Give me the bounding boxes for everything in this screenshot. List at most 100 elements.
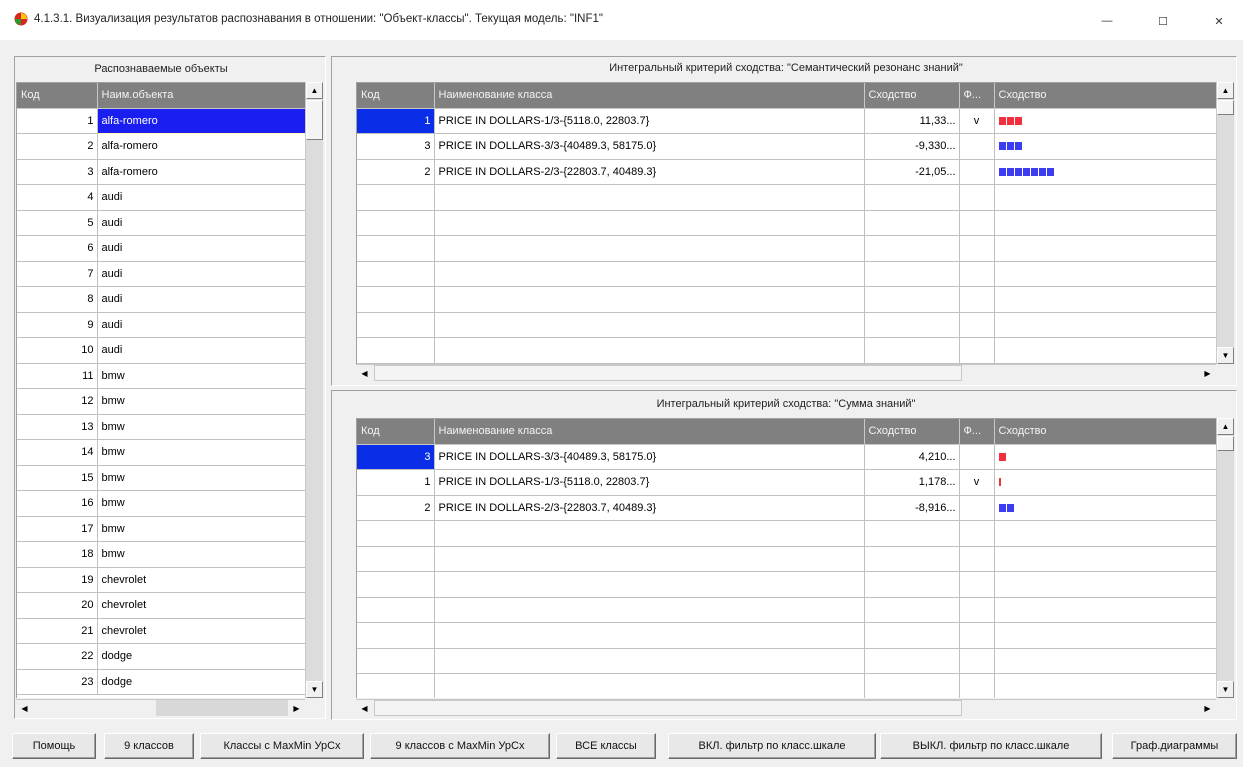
object-code-cell[interactable]: 14 xyxy=(17,439,98,466)
object-name-cell[interactable]: dodge xyxy=(97,669,305,695)
class-code-cell[interactable]: 3 xyxy=(357,133,435,160)
filter-off-button[interactable]: ВЫКЛ. фильтр по класс.шкале xyxy=(880,733,1102,759)
scroll-down-arrow-icon[interactable]: ▼ xyxy=(306,681,323,698)
scroll-up-arrow-icon[interactable]: ▲ xyxy=(1217,82,1234,99)
nine-classes-maxmin-button[interactable]: 9 классов с MaxMin УрСх xyxy=(370,733,550,759)
class-code-cell[interactable]: 2 xyxy=(357,159,435,185)
scroll-left-arrow-icon[interactable]: ◀ xyxy=(356,365,373,381)
similarity-cell[interactable]: 4,210... xyxy=(864,444,960,470)
table-row[interactable]: 23 dodge xyxy=(17,669,305,695)
table-row[interactable]: 21 chevrolet xyxy=(17,618,305,644)
scroll-left-arrow-icon[interactable]: ◀ xyxy=(16,700,33,716)
sum-hscroll[interactable]: ◀ ▶ xyxy=(356,699,1216,716)
filter-flag-cell[interactable] xyxy=(959,444,995,470)
table-row[interactable]: 16 bmw xyxy=(17,490,305,517)
sum-col-code[interactable]: Код xyxy=(357,419,435,445)
sum-col-sim[interactable]: Сходство xyxy=(864,419,960,445)
table-row[interactable] xyxy=(357,673,1216,698)
table-row[interactable] xyxy=(357,597,1216,623)
object-name-cell[interactable]: bmw xyxy=(97,516,305,542)
table-row[interactable]: 2 PRICE IN DOLLARS-2/3-{22803.7, 40489.3}… xyxy=(357,159,1216,185)
object-name-cell[interactable]: audi xyxy=(97,337,305,364)
table-row[interactable] xyxy=(357,622,1216,649)
semantic-col-name[interactable]: Наименование класса xyxy=(434,83,865,109)
scroll-up-arrow-icon[interactable]: ▲ xyxy=(306,82,323,99)
object-name-cell[interactable]: bmw xyxy=(97,363,305,389)
table-row[interactable]: 1 PRICE IN DOLLARS-1/3-{5118.0, 22803.7} 1… xyxy=(357,469,1216,496)
table-row[interactable] xyxy=(357,571,1216,598)
table-row[interactable]: 17 bmw xyxy=(17,516,305,542)
table-row[interactable]: 3 PRICE IN DOLLARS-3/3-{40489.3, 58175.0}… xyxy=(357,133,1216,160)
table-row[interactable]: 15 bmw xyxy=(17,465,305,491)
object-name-cell[interactable]: chevrolet xyxy=(97,618,305,644)
table-row[interactable]: 20 chevrolet xyxy=(17,592,305,619)
table-row[interactable]: 13 bmw xyxy=(17,414,305,440)
object-name-cell[interactable]: audi xyxy=(97,210,305,236)
semantic-col-code[interactable]: Код xyxy=(357,83,435,109)
class-code-cell[interactable]: 2 xyxy=(357,495,435,521)
sum-vscroll[interactable]: ▲ ▼ xyxy=(1216,418,1234,698)
object-name-cell[interactable]: audi xyxy=(97,184,305,211)
scroll-thumb[interactable] xyxy=(1217,436,1234,451)
object-code-cell[interactable]: 7 xyxy=(17,261,98,287)
object-code-cell[interactable]: 16 xyxy=(17,490,98,517)
table-row[interactable] xyxy=(357,184,1216,211)
object-name-cell[interactable]: alfa-romero xyxy=(96,107,305,134)
class-name-cell[interactable]: PRICE IN DOLLARS-1/3-{5118.0, 22803.7} xyxy=(434,108,865,134)
table-row[interactable]: 3 alfa-romero xyxy=(17,159,305,185)
filter-flag-cell[interactable]: v xyxy=(959,469,995,496)
table-row[interactable] xyxy=(357,312,1216,338)
object-name-cell[interactable]: bmw xyxy=(97,414,305,440)
similarity-cell[interactable]: -8,916... xyxy=(864,495,960,521)
object-name-cell[interactable]: audi xyxy=(97,286,305,313)
semantic-col-bar[interactable]: Сходство xyxy=(994,83,1216,109)
hscroll-thumb[interactable] xyxy=(374,700,962,716)
class-name-cell[interactable]: PRICE IN DOLLARS-1/3-{5118.0, 22803.7} xyxy=(434,469,865,496)
table-row[interactable]: 3 PRICE IN DOLLARS-3/3-{40489.3, 58175.0}… xyxy=(357,444,1216,470)
object-name-cell[interactable]: alfa-romero xyxy=(97,159,305,185)
table-row[interactable] xyxy=(357,546,1216,572)
object-code-cell[interactable]: 1 xyxy=(17,108,98,134)
table-row[interactable] xyxy=(357,648,1216,674)
table-row[interactable]: 18 bmw xyxy=(17,541,305,568)
all-classes-button[interactable]: ВСЕ классы xyxy=(556,733,656,759)
object-code-cell[interactable]: 15 xyxy=(17,465,98,491)
object-name-cell[interactable]: audi xyxy=(97,312,305,338)
table-row[interactable]: 6 audi xyxy=(17,235,305,262)
object-code-cell[interactable]: 6 xyxy=(17,235,98,262)
objects-col-name[interactable]: Наим.объекта xyxy=(97,83,305,109)
object-code-cell[interactable]: 17 xyxy=(17,516,98,542)
sum-grid[interactable]: Код Наименование класса Сходство Ф... Сх… xyxy=(356,418,1216,698)
table-row[interactable]: 7 audi xyxy=(17,261,305,287)
class-code-cell[interactable]: 1 xyxy=(357,469,435,496)
table-row[interactable]: 2 alfa-romero xyxy=(17,133,305,160)
object-code-cell[interactable]: 3 xyxy=(17,159,98,185)
scroll-right-arrow-icon[interactable]: ▶ xyxy=(1199,700,1216,716)
similarity-cell[interactable]: 1,178... xyxy=(864,469,960,496)
table-row[interactable]: 22 dodge xyxy=(17,643,305,670)
filter-flag-cell[interactable]: v xyxy=(959,108,995,134)
filter-on-button[interactable]: ВКЛ. фильтр по класс.шкале xyxy=(668,733,876,759)
semantic-col-flag[interactable]: Ф... xyxy=(959,83,995,109)
hscroll-thumb[interactable] xyxy=(374,365,962,381)
similarity-cell[interactable]: 11,33... xyxy=(864,108,960,134)
sum-col-bar[interactable]: Сходство xyxy=(994,419,1216,445)
object-code-cell[interactable]: 21 xyxy=(17,618,98,644)
filter-flag-cell[interactable] xyxy=(959,159,995,185)
graph-button[interactable]: Граф.диаграммы xyxy=(1112,733,1237,759)
object-code-cell[interactable]: 12 xyxy=(17,388,98,415)
scroll-thumb[interactable] xyxy=(1217,100,1234,115)
table-row[interactable] xyxy=(357,337,1216,364)
class-name-cell[interactable]: PRICE IN DOLLARS-2/3-{22803.7, 40489.3} xyxy=(434,495,865,521)
table-row[interactable]: 9 audi xyxy=(17,312,305,338)
table-row[interactable] xyxy=(357,520,1216,547)
scroll-right-arrow-icon[interactable]: ▶ xyxy=(288,700,305,716)
minimize-button[interactable]: — xyxy=(1084,8,1130,34)
class-name-cell[interactable]: PRICE IN DOLLARS-3/3-{40489.3, 58175.0} xyxy=(434,133,865,160)
object-code-cell[interactable]: 4 xyxy=(17,184,98,211)
object-name-cell[interactable]: chevrolet xyxy=(97,592,305,619)
object-name-cell[interactable]: bmw xyxy=(97,439,305,466)
similarity-cell[interactable]: -21,05... xyxy=(864,159,960,185)
object-name-cell[interactable]: dodge xyxy=(97,643,305,670)
object-code-cell[interactable]: 19 xyxy=(17,567,98,593)
